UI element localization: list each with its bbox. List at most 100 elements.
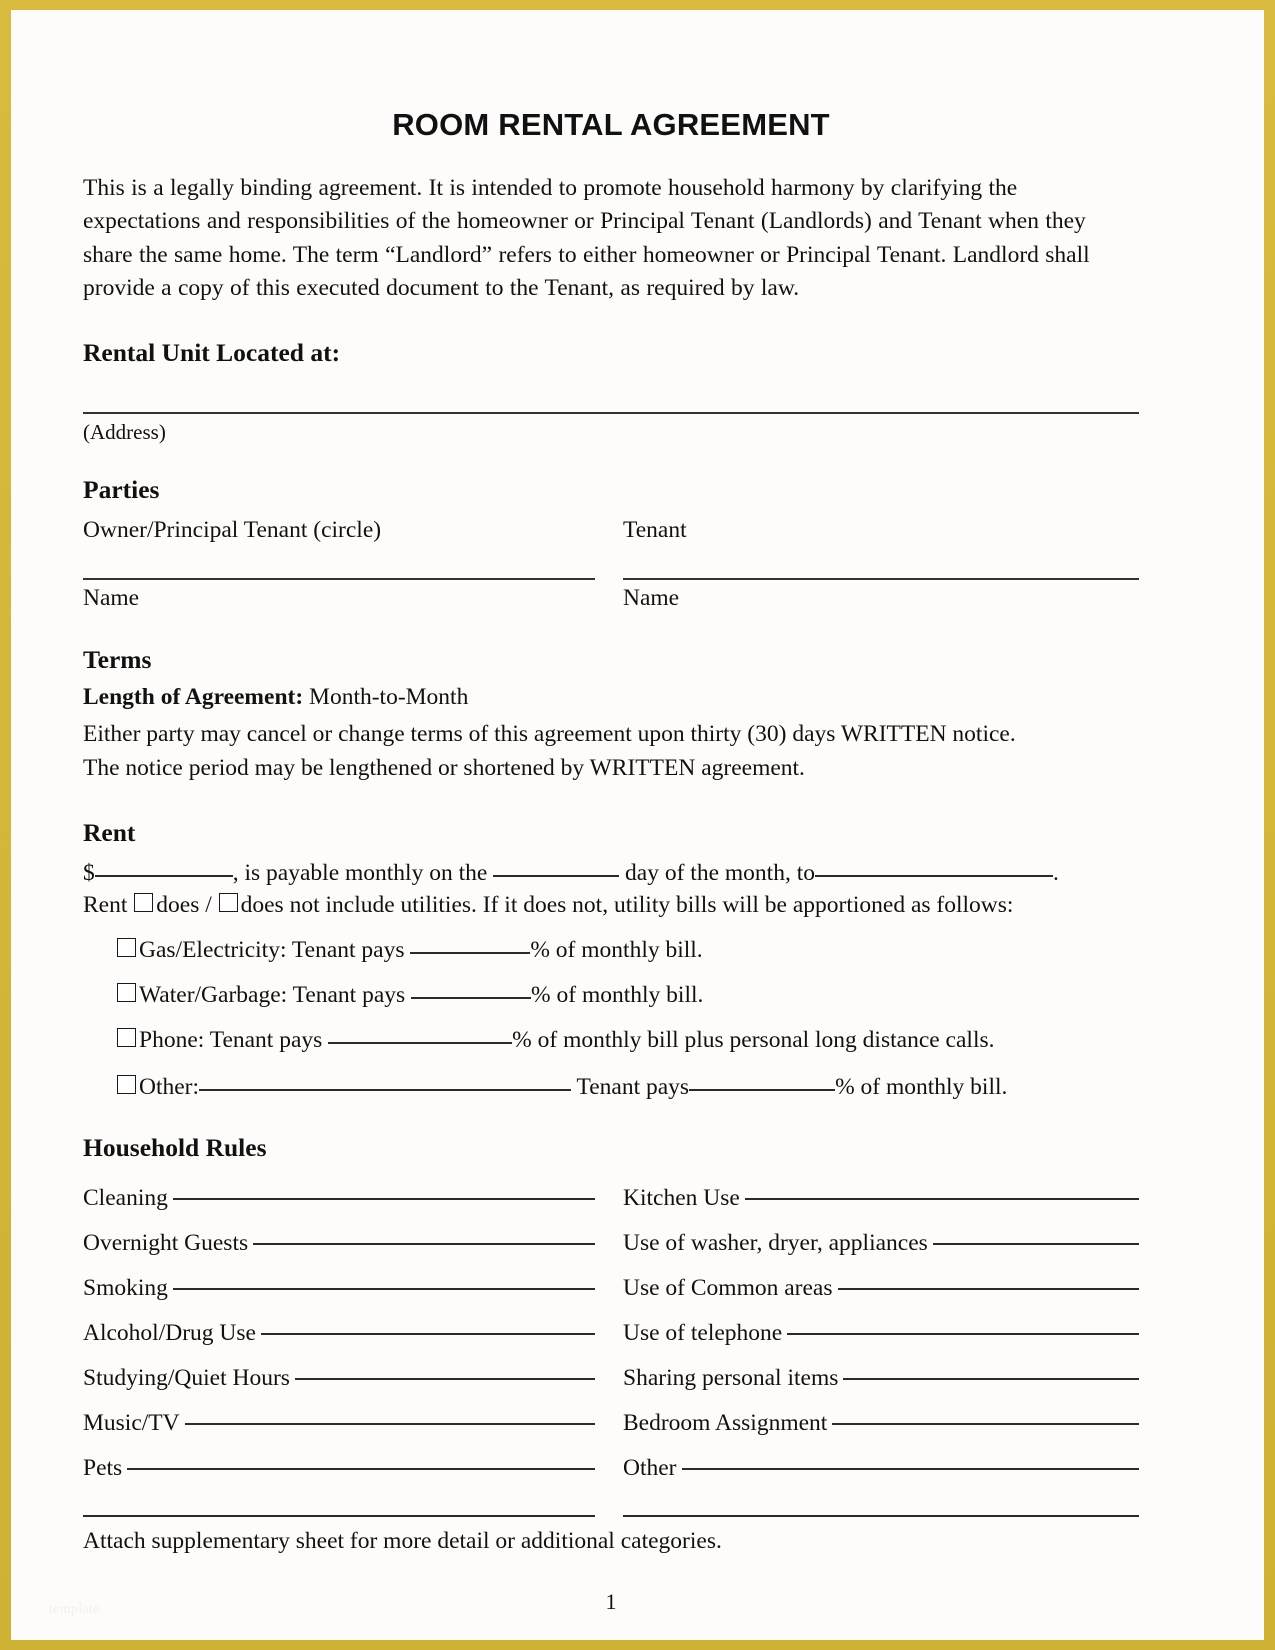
rule-label-music-tv: Music/TV	[83, 1410, 180, 1437]
owner-label: Owner/Principal Tenant (circle)	[83, 517, 382, 544]
checkbox-rent-does-not-include[interactable]	[218, 893, 238, 913]
rules-column-gap	[595, 1320, 623, 1347]
owner-name-input-line[interactable]	[83, 578, 595, 581]
rule-label-cleaning: Cleaning	[83, 1185, 168, 1212]
rule-cell-telephone: Use of telephone	[623, 1320, 1139, 1347]
rule-cell-overnight-guests: Overnight Guests	[83, 1230, 595, 1257]
rule-input-music-tv[interactable]	[184, 1423, 595, 1426]
page-border-frame: ROOM RENTAL AGREEMENT This is a legally …	[0, 0, 1275, 1650]
utility-suffix-phone: % of monthly bill plus personal long dis…	[512, 1027, 995, 1054]
rules-column-gap	[595, 1185, 623, 1212]
rule-cell-other: Other	[623, 1455, 1139, 1482]
table-row: Studying/Quiet Hours Sharing personal it…	[83, 1347, 1139, 1392]
utility-label-water-garbage: Water/Garbage: Tenant pays	[139, 982, 406, 1009]
rule-label-common-areas: Use of Common areas	[623, 1275, 833, 1302]
intro-paragraph: This is a legally binding agreement. It …	[83, 175, 1090, 302]
utility-suffix-water-garbage: % of monthly bill.	[531, 982, 704, 1009]
utility-row-other: Other: Tenant pays % of monthly bill.	[83, 1054, 1139, 1101]
rule-label-alcohol-drug-use: Alcohol/Drug Use	[83, 1320, 256, 1347]
length-of-agreement-value: Month-to-Month	[309, 684, 469, 711]
length-of-agreement-label: Length of Agreement:	[83, 684, 304, 711]
parties-labels-row: Owner/Principal Tenant (circle) Tenant	[83, 505, 1139, 544]
rent-amount-input[interactable]	[94, 875, 233, 878]
rent-text-after-day: day of the month, to	[625, 860, 815, 887]
rule-input-bedroom-assignment[interactable]	[832, 1423, 1139, 1426]
rule-label-kitchen-use: Kitchen Use	[623, 1185, 740, 1212]
tenant-name-caption: Name	[623, 585, 680, 612]
checkbox-other-utility[interactable]	[117, 1075, 136, 1095]
rent-period: .	[1052, 860, 1059, 887]
rule-label-studying-quiet-hours: Studying/Quiet Hours	[83, 1365, 290, 1392]
rule-input-cleaning[interactable]	[172, 1198, 595, 1201]
other-utility-middle-text: Tenant pays	[576, 1074, 690, 1101]
checkbox-water-garbage[interactable]	[117, 983, 136, 1003]
other-utility-description-input[interactable]	[199, 1089, 572, 1092]
rule-label-pets: Pets	[83, 1455, 123, 1482]
table-row: Smoking Use of Common areas	[83, 1257, 1139, 1302]
rent-include-prefix: Rent	[83, 892, 128, 919]
rule-input-overnight-guests[interactable]	[253, 1243, 595, 1246]
checkbox-phone[interactable]	[117, 1028, 136, 1048]
rule-input-smoking[interactable]	[172, 1288, 595, 1291]
utility-label-phone: Phone: Tenant pays	[139, 1027, 323, 1054]
table-row: Music/TV Bedroom Assignment	[83, 1392, 1139, 1437]
rule-label-telephone: Use of telephone	[623, 1320, 783, 1347]
rule-label-sharing-personal-items: Sharing personal items	[623, 1365, 839, 1392]
utility-suffix-other: % of monthly bill.	[835, 1074, 1008, 1101]
rules-column-gap	[595, 1365, 623, 1392]
terms-body-line-1: Either party may cancel or change terms …	[83, 721, 1016, 748]
table-row: Pets Other	[83, 1437, 1139, 1482]
rent-utilities-inclusion-row: Rent does / does not include utilities. …	[83, 887, 1139, 919]
utility-row-phone: Phone: Tenant pays % of monthly bill plu…	[83, 1009, 1139, 1054]
percent-input-other-utility[interactable]	[689, 1089, 836, 1092]
rule-cell-common-areas: Use of Common areas	[623, 1275, 1139, 1302]
rent-due-day-input[interactable]	[493, 875, 620, 878]
checkbox-gas-electricity[interactable]	[117, 938, 136, 958]
document-content: ROOM RENTAL AGREEMENT This is a legally …	[83, 10, 1139, 1615]
utility-row-water-garbage: Water/Garbage: Tenant pays % of monthly …	[83, 964, 1139, 1009]
address-caption: (Address)	[83, 420, 166, 445]
percent-input-phone[interactable]	[328, 1042, 513, 1045]
rule-cell-cleaning: Cleaning	[83, 1185, 595, 1212]
rent-text-after-amount: , is payable monthly on the	[232, 860, 488, 887]
rule-cell-sharing-personal-items: Sharing personal items	[623, 1365, 1139, 1392]
table-row: Cleaning Kitchen Use	[83, 1167, 1139, 1212]
rules-column-gap	[595, 1520, 623, 1522]
document-sheet: ROOM RENTAL AGREEMENT This is a legally …	[11, 10, 1264, 1640]
currency-symbol: $	[83, 860, 95, 887]
rule-input-sharing-personal-items[interactable]	[843, 1378, 1139, 1381]
page-title: ROOM RENTAL AGREEMENT	[392, 107, 830, 142]
section-heading-rental-unit: Rental Unit Located at:	[83, 338, 341, 368]
terms-body-line-2: The notice period may be lengthened or s…	[83, 754, 805, 781]
percent-input-water-garbage[interactable]	[411, 997, 532, 1000]
household-rules-grid: Cleaning Kitchen Use Overnight Guests Us…	[83, 1163, 1139, 1522]
rule-label-bedroom-assignment: Bedroom Assignment	[623, 1410, 828, 1437]
rule-input-pets[interactable]	[127, 1468, 595, 1471]
rule-cell-washer-dryer-appliances: Use of washer, dryer, appliances	[623, 1230, 1139, 1257]
rule-input-alcohol-drug-use[interactable]	[260, 1333, 595, 1336]
rule-input-kitchen-use[interactable]	[744, 1198, 1139, 1201]
tenant-name-input-line[interactable]	[623, 578, 1139, 581]
parties-name-captions-row: Name Name	[83, 580, 1139, 612]
rule-input-telephone[interactable]	[787, 1333, 1139, 1336]
percent-input-gas-electricity[interactable]	[410, 952, 531, 955]
rule-cell-extra-left	[83, 1515, 595, 1522]
rule-cell-studying-quiet-hours: Studying/Quiet Hours	[83, 1365, 595, 1392]
rule-label-overnight-guests: Overnight Guests	[83, 1230, 249, 1257]
rule-label-washer-dryer-appliances: Use of washer, dryer, appliances	[623, 1230, 928, 1257]
rule-input-extra-right[interactable]	[623, 1515, 1139, 1518]
rule-input-studying-quiet-hours[interactable]	[294, 1378, 595, 1381]
rule-input-extra-left[interactable]	[83, 1515, 595, 1518]
rule-input-washer-dryer-appliances[interactable]	[932, 1243, 1139, 1246]
tenant-label: Tenant	[623, 517, 687, 544]
document-page: ROOM RENTAL AGREEMENT This is a legally …	[11, 10, 1264, 1640]
rule-input-common-areas[interactable]	[837, 1288, 1139, 1291]
rule-input-other[interactable]	[681, 1468, 1139, 1471]
utility-suffix-gas-electricity: % of monthly bill.	[530, 937, 703, 964]
rule-label-smoking: Smoking	[83, 1275, 168, 1302]
table-row: Overnight Guests Use of washer, dryer, a…	[83, 1212, 1139, 1257]
rent-payable-to-input[interactable]	[814, 875, 1053, 878]
checkbox-rent-does-include[interactable]	[134, 893, 154, 913]
utility-label-other: Other:	[139, 1074, 200, 1101]
rent-slash: /	[205, 892, 212, 919]
